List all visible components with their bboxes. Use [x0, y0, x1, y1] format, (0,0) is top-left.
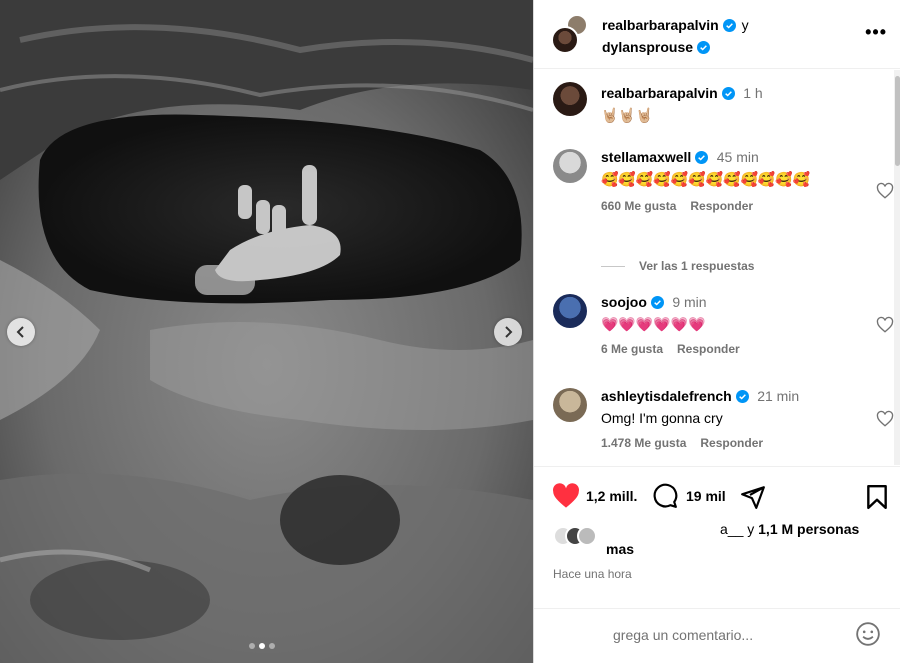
collab-avatars[interactable] — [551, 14, 591, 54]
previous-image-button[interactable] — [7, 318, 35, 346]
comments-scrollbar[interactable] — [894, 70, 900, 465]
post-authors: realbarbarapalvin y dylansprouse — [602, 14, 749, 58]
comment-username[interactable]: soojoo — [601, 294, 647, 310]
liked-by-suffix: mas — [606, 541, 635, 557]
verified-badge-icon — [697, 41, 711, 54]
bookmark-icon[interactable] — [866, 484, 888, 510]
share-icon[interactable] — [740, 484, 766, 510]
comment-username[interactable]: stellamaxwell — [601, 149, 691, 165]
like-button[interactable]: 1,2 mill. — [552, 483, 637, 509]
post-media — [0, 0, 533, 663]
carousel-dots — [249, 643, 275, 649]
heart-icon[interactable] — [876, 316, 894, 334]
comment-body: stellamaxwell 45 min 🥰🥰🥰🥰🥰🥰🥰🥰🥰🥰🥰🥰 660 Me… — [601, 149, 861, 213]
view-replies-button[interactable]: Ver las 1 respuestas — [601, 259, 754, 273]
comment-username[interactable]: ashleytisdalefrench — [601, 388, 732, 404]
view-replies-label: Ver las 1 respuestas — [639, 259, 755, 273]
chevron-left-icon — [16, 326, 24, 338]
scrollbar-thumb[interactable] — [895, 76, 900, 166]
caption-text: 🤘🏼🤘🏼🤘🏼 — [601, 107, 654, 123]
comment-time[interactable]: 21 min — [757, 388, 799, 404]
comment-meta: 6 Me gusta Responder — [601, 342, 851, 356]
avatar[interactable] — [553, 388, 587, 422]
comment-item: stellamaxwell 45 min 🥰🥰🥰🥰🥰🥰🥰🥰🥰🥰🥰🥰 660 Me… — [553, 149, 894, 249]
author-username[interactable]: realbarbarapalvin — [602, 17, 719, 33]
verified-badge-icon — [722, 19, 736, 32]
comment-likes[interactable]: 1.478 Me gusta — [601, 436, 686, 450]
comment-text: 💗💗💗💗💗💗 — [601, 316, 706, 332]
verified-badge-icon — [735, 390, 749, 403]
heart-filled-icon — [553, 483, 579, 508]
verified-badge-icon — [650, 296, 664, 309]
comment-button[interactable]: 19 mil — [652, 483, 726, 509]
avatar — [551, 26, 579, 54]
divider — [601, 265, 625, 267]
liked-by-count[interactable]: 1,1 M personas — [758, 521, 859, 537]
liked-by-avatars — [553, 526, 603, 546]
post-panel: realbarbarapalvin y dylansprouse ••• rea… — [533, 0, 900, 663]
comment-item: ashleytisdalefrench 21 min Omg! I'm gonn… — [553, 388, 894, 458]
caption: realbarbarapalvin 1 h 🤘🏼🤘🏼🤘🏼 — [553, 82, 893, 132]
reply-button[interactable]: Responder — [677, 342, 740, 356]
ultrasound-image — [0, 0, 533, 663]
comment-time[interactable]: 9 min — [672, 294, 706, 310]
avatar[interactable] — [553, 149, 587, 183]
reply-button[interactable]: Responder — [690, 199, 753, 213]
emoji-icon[interactable] — [855, 621, 881, 647]
heart-icon[interactable] — [876, 182, 894, 200]
comment-username[interactable]: realbarbarapalvin — [601, 85, 718, 101]
liked-by-prefix[interactable]: a__ y — [720, 521, 758, 537]
chevron-right-icon — [505, 326, 513, 338]
conjunction-text: y — [741, 17, 749, 33]
comment-time[interactable]: 45 min — [717, 149, 759, 165]
next-image-button[interactable] — [494, 318, 522, 346]
comment-text: 🥰🥰🥰🥰🥰🥰🥰🥰🥰🥰🥰🥰 — [601, 171, 811, 187]
caption-body: realbarbarapalvin 1 h 🤘🏼🤘🏼🤘🏼 — [601, 82, 851, 125]
comment-body: soojoo 9 min 💗💗💗💗💗💗 6 Me gusta Responder — [601, 294, 851, 356]
comment-meta: 660 Me gusta Responder — [601, 199, 861, 213]
like-count[interactable]: 1,2 mill. — [586, 488, 637, 504]
comments-list: realbarbarapalvin 1 h 🤘🏼🤘🏼🤘🏼 stellamaxwe… — [534, 70, 894, 465]
verified-badge-icon — [695, 151, 709, 164]
carousel-dot — [269, 643, 275, 649]
avatar — [577, 526, 597, 546]
avatar[interactable] — [553, 294, 587, 328]
heart-icon[interactable] — [876, 410, 894, 428]
comment-body: ashleytisdalefrench 21 min Omg! I'm gonn… — [601, 388, 851, 450]
author-username[interactable]: dylansprouse — [602, 39, 693, 55]
reply-button[interactable]: Responder — [700, 436, 763, 450]
comment-input[interactable]: grega un comentario... — [613, 627, 753, 643]
comment-text: Omg! I'm gonna cry — [601, 410, 723, 426]
comment-time[interactable]: 1 h — [743, 85, 762, 101]
verified-badge-icon — [721, 87, 735, 100]
comment-likes[interactable]: 6 Me gusta — [601, 342, 663, 356]
comment-count[interactable]: 19 mil — [686, 488, 726, 504]
post-timestamp[interactable]: Hace una hora — [553, 567, 632, 581]
avatar[interactable] — [553, 82, 587, 116]
comment-meta: 1.478 Me gusta Responder — [601, 436, 851, 450]
carousel-dot — [249, 643, 255, 649]
post-header: realbarbarapalvin y dylansprouse ••• — [534, 0, 900, 69]
comment-icon — [653, 483, 678, 508]
more-options-icon[interactable]: ••• — [865, 22, 887, 43]
comment-likes[interactable]: 660 Me gusta — [601, 199, 676, 213]
comment-item: soojoo 9 min 💗💗💗💗💗💗 6 Me gusta Responder — [553, 294, 894, 364]
carousel-dot-active — [259, 643, 265, 649]
add-comment-bar: grega un comentario... — [534, 608, 900, 663]
